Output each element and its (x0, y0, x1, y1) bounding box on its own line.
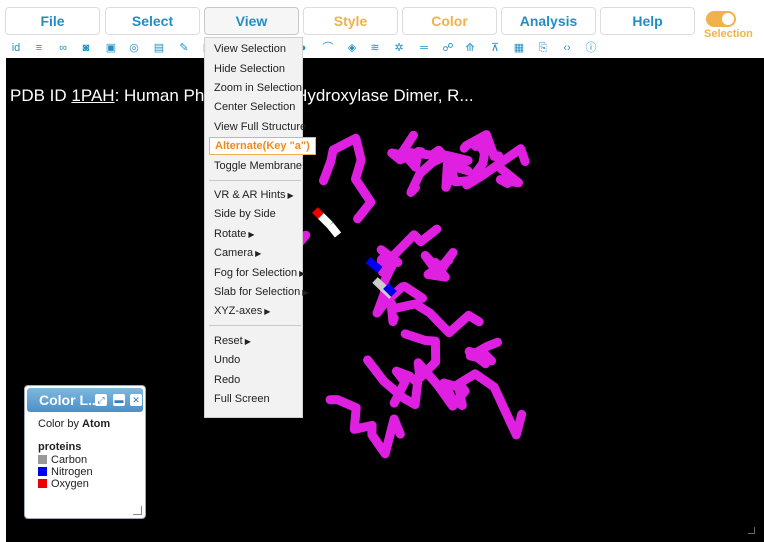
legend-entry-carbon: Carbon (38, 454, 87, 466)
layers-icon[interactable]: ≋ (367, 40, 383, 56)
menu-item-rotate[interactable]: Rotate ▶ (214, 228, 255, 240)
fog-label: Fog for Selection (214, 267, 298, 279)
menu-item-camera[interactable]: Camera ▶ (214, 247, 261, 259)
menu-item-xyz-axes[interactable]: XYZ-axes ▶ (214, 305, 270, 317)
legend-entry-nitrogen: Nitrogen (38, 466, 93, 478)
menu-select[interactable]: Select (105, 7, 200, 35)
vr-ar-label: VR & AR Hints (214, 189, 286, 201)
legend-header[interactable]: Color L... ⤢ ▬ ✕ (27, 388, 143, 412)
menu-item-full-screen[interactable]: Full Screen (214, 393, 270, 405)
minimize-icon[interactable]: ▬ (113, 394, 125, 406)
menu-item-zoom-selection[interactable]: Zoom in Selection (214, 82, 302, 94)
menu-view[interactable]: View (204, 7, 299, 35)
menu-item-center-selection[interactable]: Center Selection (214, 101, 295, 113)
xyz-label: XYZ-axes (214, 305, 263, 317)
network-icon[interactable]: ☍ (440, 40, 456, 56)
target-icon[interactable]: ◎ (126, 40, 142, 56)
export-file-icon[interactable]: ⎘ (535, 40, 551, 56)
submenu-caret-icon: ▶ (248, 230, 255, 239)
color-legend-panel[interactable]: Color L... ⤢ ▬ ✕ Color by Atom proteins … (24, 385, 146, 519)
pill-icon[interactable]: ◈ (344, 40, 360, 56)
canvas-resize-handle-icon[interactable] (748, 527, 755, 534)
pdb-id-link[interactable]: 1PAH (71, 86, 114, 105)
submenu-caret-icon: ▶ (255, 249, 262, 258)
legend-entry-label: Nitrogen (51, 466, 93, 478)
carbon-swatch (38, 455, 47, 464)
submenu-caret-icon: ▶ (244, 337, 251, 346)
rainbow-icon[interactable]: ⌒ (320, 40, 336, 56)
menu-item-view-full-structure[interactable]: View Full Structure (214, 121, 306, 133)
toggle-switch[interactable] (706, 11, 736, 27)
menu-item-side-by-side[interactable]: Side by Side (214, 208, 276, 220)
id-icon[interactable]: id (8, 40, 24, 56)
slab-label: Slab for Selection (214, 286, 301, 298)
menu-item-toggle-membrane[interactable]: Toggle Membrane (214, 160, 302, 172)
submenu-caret-icon: ▶ (299, 269, 306, 278)
camera-label: Camera (214, 247, 254, 259)
menu-item-undo[interactable]: Undo (214, 354, 240, 366)
menu-item-vr-ar-hints[interactable]: VR & AR Hints ▶ (214, 189, 294, 201)
submenu-caret-icon: ▶ (302, 288, 309, 297)
compass-icon[interactable]: ⊼ (487, 40, 503, 56)
info-icon[interactable]: ⓘ (583, 40, 599, 56)
legend-entry-oxygen: Oxygen (38, 478, 89, 490)
legend-subtitle-value: Atom (82, 418, 111, 430)
pencil-icon[interactable]: ✎ (176, 40, 192, 56)
view-dropdown-menu: View Selection Hide Selection Zoom in Se… (204, 37, 316, 418)
nitrogen-swatch (38, 467, 47, 476)
legend-subtitle-prefix: Color by (38, 418, 83, 430)
menu-item-hide-selection[interactable]: Hide Selection (214, 63, 285, 75)
menu-item-alternate[interactable]: Alternate(Key "a") (209, 137, 316, 155)
submenu-caret-icon: ▶ (264, 307, 271, 316)
menu-item-reset[interactable]: Reset ▶ (214, 335, 251, 347)
selection-toggle-label: Selection (704, 28, 753, 40)
file-icon[interactable]: ≡ (31, 40, 47, 56)
image-icon[interactable]: ▦ (511, 40, 527, 56)
oxygen-swatch (38, 479, 47, 488)
code-icon[interactable]: ‹› (559, 40, 575, 56)
select-box-icon[interactable]: ▣ (103, 40, 119, 56)
menu-analysis[interactable]: Analysis (501, 7, 596, 35)
save-icon[interactable]: ▤ (151, 40, 167, 56)
menu-separator (209, 325, 301, 326)
legend-entry-label: Oxygen (51, 478, 89, 490)
menu-item-view-selection[interactable]: View Selection (214, 43, 286, 55)
menu-file[interactable]: File (5, 7, 100, 35)
menu-separator (209, 180, 301, 181)
minus-icon[interactable]: ═ (416, 40, 432, 56)
menu-item-fog[interactable]: Fog for Selection ▶ (214, 267, 305, 279)
legend-title: Color L... (39, 392, 100, 408)
gear-atom-icon[interactable]: ✲ (391, 40, 407, 56)
legend-group-label: proteins (38, 441, 82, 453)
download-cloud-icon[interactable]: ⟰ (462, 40, 478, 56)
menu-item-slab[interactable]: Slab for Selection ▶ (214, 286, 308, 298)
menu-color[interactable]: Color (402, 7, 497, 35)
menu-item-redo[interactable]: Redo (214, 374, 240, 386)
legend-subtitle: Color by Atom (38, 418, 110, 430)
rotate-label: Rotate (214, 228, 247, 240)
submenu-caret-icon: ▶ (287, 191, 294, 200)
menu-help[interactable]: Help (600, 7, 695, 35)
legend-entry-label: Carbon (51, 454, 88, 466)
icon-toolbar: id≡∞◙▣◎▤✎◱⧖◉☁◑⌒◈≋✲═☍⟰⊼▦⎘‹›ⓘ (6, 39, 699, 59)
title-prefix: PDB ID (10, 86, 72, 105)
link-icon[interactable]: ∞ (55, 40, 71, 56)
reset-label: Reset (214, 335, 243, 347)
selection-toggle[interactable]: Selection (700, 8, 764, 40)
camera-icon[interactable]: ◙ (78, 40, 94, 56)
menu-style[interactable]: Style (303, 7, 398, 35)
close-icon[interactable]: ✕ (130, 394, 142, 406)
resize-handle-icon[interactable] (133, 506, 142, 515)
expand-icon[interactable]: ⤢ (95, 394, 107, 406)
